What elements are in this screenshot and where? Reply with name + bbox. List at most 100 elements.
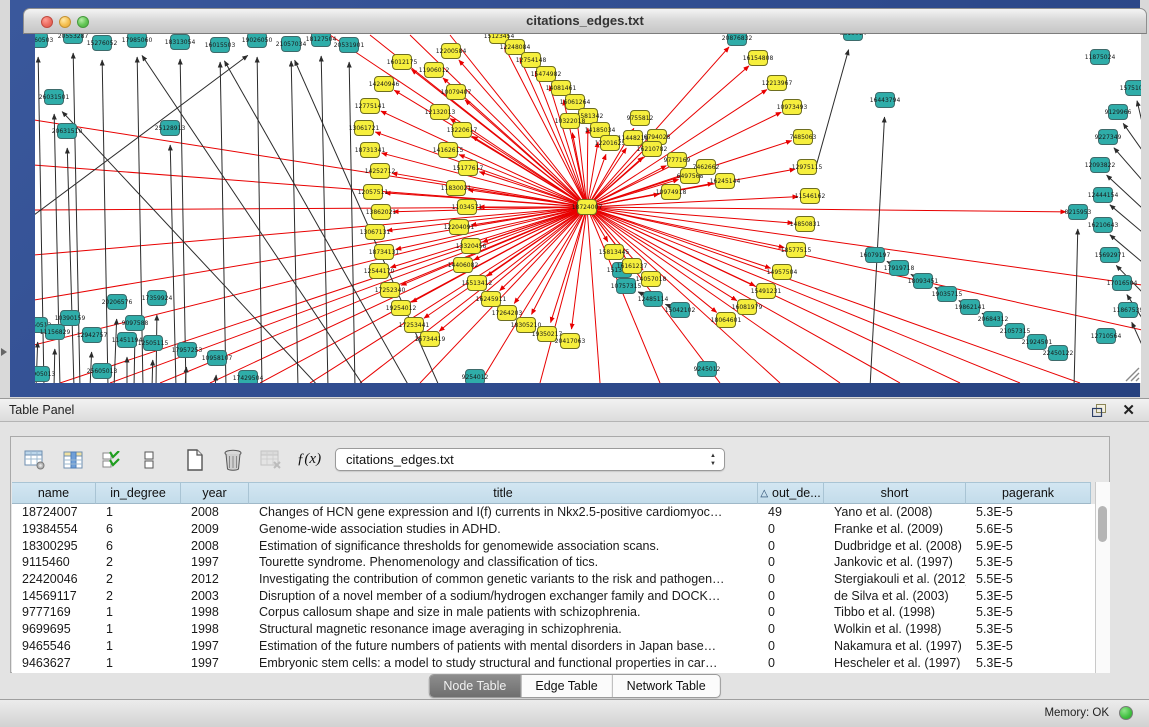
network-node[interactable]: 11546162 bbox=[795, 189, 826, 204]
table-cell[interactable]: Stergiakouli et al. (2012) bbox=[824, 571, 966, 588]
network-node[interactable]: 16079197 bbox=[860, 248, 891, 263]
network-node[interactable]: 21057315 bbox=[1000, 324, 1031, 339]
table-cell[interactable]: 14569117 bbox=[12, 587, 96, 604]
network-node[interactable]: 16061264 bbox=[560, 95, 591, 110]
tab-node-table[interactable]: Node Table bbox=[429, 675, 521, 697]
network-node[interactable]: 25160503 bbox=[35, 34, 53, 48]
row-height-icon[interactable] bbox=[137, 448, 161, 472]
network-node[interactable]: 16081979 bbox=[732, 300, 763, 315]
column-header-short[interactable]: short bbox=[824, 482, 966, 504]
network-node[interactable]: 20553287 bbox=[58, 34, 89, 44]
table-selector-dropdown[interactable]: citations_edges.txt ▲ ▼ bbox=[335, 448, 725, 471]
table-cell[interactable]: Changes of HCN gene expression and I(f) … bbox=[249, 504, 758, 521]
network-node[interactable]: 17359924 bbox=[142, 291, 173, 306]
network-node[interactable]: 18313054 bbox=[165, 35, 196, 50]
table-cell[interactable]: 0 bbox=[758, 537, 824, 554]
table-cell[interactable]: Jankovic et al. (1997) bbox=[824, 554, 966, 571]
network-node[interactable]: 11867539 bbox=[1113, 303, 1141, 318]
network-node[interactable]: 10973493 bbox=[777, 100, 808, 115]
table-cell[interactable]: 0 bbox=[758, 638, 824, 655]
table-cell[interactable]: 1 bbox=[96, 504, 181, 521]
network-node[interactable]: 10390159 bbox=[55, 311, 86, 326]
table-cell[interactable]: 9463627 bbox=[12, 654, 96, 671]
table-row[interactable]: 1830029562008Estimation of significance … bbox=[12, 537, 1091, 554]
network-node[interactable]: 14957504 bbox=[767, 265, 798, 280]
network-node[interactable]: 15692971 bbox=[1095, 248, 1126, 263]
table-cell[interactable]: 0 bbox=[758, 654, 824, 671]
network-node[interactable]: 11034571 bbox=[452, 200, 483, 215]
table-cell[interactable]: 5.3E-5 bbox=[966, 504, 1091, 521]
network-node[interactable]: 12444154 bbox=[1088, 188, 1119, 203]
table-cell[interactable]: 0 bbox=[758, 521, 824, 538]
network-node[interactable]: 17429504 bbox=[233, 371, 264, 384]
table-cell[interactable]: 49 bbox=[758, 504, 824, 521]
column-header-name[interactable]: name bbox=[12, 482, 96, 504]
network-node[interactable]: 13862021 bbox=[366, 205, 397, 220]
network-node[interactable]: 16245911 bbox=[476, 292, 507, 307]
network-node[interactable]: 8813014 bbox=[840, 34, 867, 41]
network-node[interactable]: 16154808 bbox=[743, 51, 774, 66]
network-node[interactable]: 14162615 bbox=[433, 143, 464, 158]
table-cell[interactable]: 1 bbox=[96, 654, 181, 671]
network-node[interactable]: 9755812 bbox=[627, 111, 654, 126]
network-node[interactable]: 10079407 bbox=[441, 85, 472, 100]
network-node[interactable]: 16015503 bbox=[205, 38, 236, 53]
table-cell[interactable]: 1 bbox=[96, 621, 181, 638]
table-cell[interactable]: 5.3E-5 bbox=[966, 621, 1091, 638]
table-cell[interactable]: Dudbridge et al. (2008) bbox=[824, 537, 966, 554]
table-cell[interactable]: 0 bbox=[758, 621, 824, 638]
table-row[interactable]: 911546021997Tourette syndrome. Phenomeno… bbox=[12, 554, 1091, 571]
table-row[interactable]: 2242004622012Investigating the contribut… bbox=[12, 571, 1091, 588]
table-cell[interactable]: Estimation of the future numbers of pati… bbox=[249, 638, 758, 655]
table-cell[interactable]: Nakamura et al. (1997) bbox=[824, 638, 966, 655]
table-cell[interactable]: 1997 bbox=[181, 654, 249, 671]
network-node[interactable]: 18731341 bbox=[355, 143, 386, 158]
table-cell[interactable]: 5.3E-5 bbox=[966, 638, 1091, 655]
network-node[interactable]: 9097588 bbox=[122, 316, 149, 331]
network-node[interactable]: 9245012 bbox=[694, 362, 721, 377]
table-cell[interactable]: Structural magnetic resonance image aver… bbox=[249, 621, 758, 638]
select-rows-icon[interactable] bbox=[99, 448, 123, 472]
table-cell[interactable]: 5.3E-5 bbox=[966, 587, 1091, 604]
table-cell[interactable]: 1998 bbox=[181, 621, 249, 638]
network-node[interactable]: 16443794 bbox=[870, 93, 901, 108]
table-cell[interactable]: 1 bbox=[96, 638, 181, 655]
table-cell[interactable]: 18300295 bbox=[12, 537, 96, 554]
network-node[interactable]: 12544170 bbox=[364, 264, 395, 279]
network-node[interactable]: 12057511 bbox=[358, 185, 389, 200]
network-node[interactable]: 12975115 bbox=[792, 160, 823, 175]
network-node[interactable]: 22450122 bbox=[1043, 346, 1074, 361]
tab-network-table[interactable]: Network Table bbox=[613, 675, 720, 697]
network-node[interactable]: 12213967 bbox=[762, 76, 793, 91]
network-node[interactable]: 19026050 bbox=[242, 34, 273, 48]
column-header-out-degree[interactable]: △ out_de... bbox=[758, 482, 824, 504]
table-cell[interactable]: 5.5E-5 bbox=[966, 571, 1091, 588]
network-node[interactable]: 11906012 bbox=[419, 63, 450, 78]
table-cell[interactable]: 9699695 bbox=[12, 621, 96, 638]
table-cell[interactable]: Investigating the contribution of common… bbox=[249, 571, 758, 588]
table-row[interactable]: 946554611997Estimation of the future num… bbox=[12, 638, 1091, 655]
network-canvas[interactable]: 2516050320553287152760521798506018313054… bbox=[35, 34, 1141, 383]
network-node[interactable]: 17016504 bbox=[1107, 276, 1138, 291]
network-node[interactable]: 10974918 bbox=[656, 185, 687, 200]
table-cell[interactable]: 0 bbox=[758, 571, 824, 588]
network-node[interactable]: 17957253 bbox=[172, 343, 203, 358]
column-header-pagerank[interactable]: pagerank bbox=[966, 482, 1091, 504]
new-column-icon[interactable] bbox=[183, 448, 207, 472]
network-node[interactable]: 21924501 bbox=[1022, 335, 1053, 350]
tab-edge-table[interactable]: Edge Table bbox=[521, 675, 612, 697]
network-window-titlebar[interactable]: citations_edges.txt bbox=[23, 8, 1147, 34]
network-node[interactable]: 13061721 bbox=[349, 121, 380, 136]
table-cell[interactable]: Corpus callosum shape and size in male p… bbox=[249, 604, 758, 621]
network-node[interactable]: 15276052 bbox=[87, 36, 118, 51]
table-cell[interactable]: 1998 bbox=[181, 604, 249, 621]
table-cell[interactable]: Franke et al. (2009) bbox=[824, 521, 966, 538]
network-node[interactable]: 19862141 bbox=[955, 300, 986, 315]
table-cell[interactable]: 2 bbox=[96, 554, 181, 571]
table-cell[interactable]: 5.3E-5 bbox=[966, 654, 1091, 671]
network-node[interactable]: 17253441 bbox=[399, 318, 430, 333]
network-node[interactable]: 26031501 bbox=[39, 90, 70, 105]
column-header-year[interactable]: year bbox=[181, 482, 249, 504]
table-cell[interactable]: 1997 bbox=[181, 554, 249, 571]
table-row[interactable]: 1938455462009Genome-wide association stu… bbox=[12, 521, 1091, 538]
